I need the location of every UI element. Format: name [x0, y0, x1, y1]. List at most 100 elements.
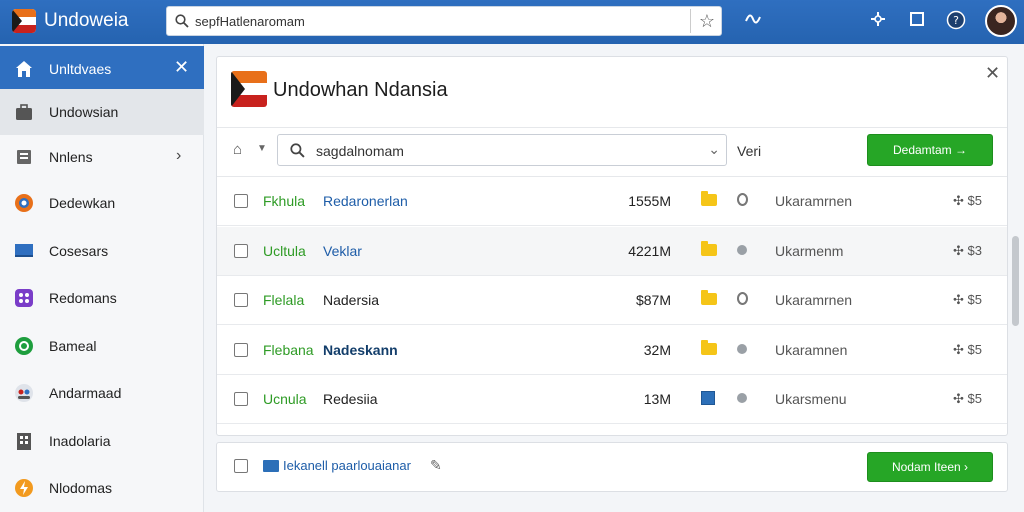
- owner-name: Ukaramnen: [775, 341, 848, 358]
- search-divider: [690, 9, 691, 33]
- shield-icon: [15, 337, 33, 355]
- app-title: Undoweia: [44, 10, 129, 31]
- sidebar-item-label: Undowsian: [49, 104, 119, 120]
- home-icon: [16, 61, 32, 77]
- primary-action-button[interactable]: Dedamtam →: [867, 134, 993, 166]
- star-icon[interactable]: ☆: [699, 11, 715, 32]
- chevron-right-icon[interactable]: ›: [176, 147, 181, 165]
- row-checkbox[interactable]: [234, 243, 248, 258]
- file-name[interactable]: Redesiia: [323, 391, 377, 407]
- folder-icon: [263, 460, 279, 472]
- sidebar-item-label: Nnlens: [49, 149, 93, 165]
- activity-icon[interactable]: [741, 10, 765, 34]
- sidebar-item-label: Dedewkan: [49, 195, 116, 211]
- panel-logo-icon: [231, 71, 267, 107]
- sidebar-item-nlodomas[interactable]: Nlodomas: [0, 465, 204, 511]
- footer-action-button[interactable]: Nodam Iteen ›: [867, 452, 993, 482]
- scrollbar[interactable]: [1012, 236, 1019, 326]
- sidebar-item-redomans[interactable]: Redomans: [0, 275, 204, 321]
- footer-text[interactable]: Iekanell paarlouaianar: [283, 458, 411, 473]
- edit-icon[interactable]: ✎: [430, 457, 442, 474]
- browser-icon: [15, 194, 33, 212]
- sidebar-item-nnlens[interactable]: Nnlens ›: [0, 134, 204, 180]
- sidebar-item-cosesars[interactable]: Cosesars: [0, 228, 204, 274]
- file-size: 32M: [643, 341, 671, 358]
- footer-bar: Iekanell paarlouaianar ✎ Nodam Iteen ›: [216, 442, 1008, 492]
- owner-name: Ukarmenm: [775, 242, 844, 259]
- sidebar-item-dedewkan[interactable]: Dedewkan: [0, 180, 204, 226]
- row-checkbox[interactable]: [234, 194, 248, 208]
- sidebar-item-label: Cosesars: [49, 243, 109, 259]
- status-label: Ucnula: [263, 391, 307, 407]
- sync-ring-icon: [737, 193, 749, 207]
- row-actions[interactable]: ✣ $5: [953, 391, 982, 407]
- window-icon[interactable]: [905, 10, 929, 34]
- document-icon: [17, 150, 31, 164]
- file-size: 1555M: [628, 193, 671, 209]
- row-actions[interactable]: ✣ $5: [953, 193, 982, 209]
- owner-name: Ukaramrnen: [775, 193, 853, 209]
- row-checkbox[interactable]: [234, 342, 248, 357]
- file-icon: [701, 391, 719, 405]
- status-dot-icon: [737, 243, 749, 257]
- svg-text:?: ?: [953, 14, 959, 27]
- global-search[interactable]: sepfHatlenaromam ☆: [166, 6, 722, 36]
- move-icon[interactable]: [866, 10, 890, 34]
- user-avatar[interactable]: [985, 5, 1017, 37]
- file-name[interactable]: Nadersia: [323, 292, 379, 308]
- owner-name: Ukaramrnen: [775, 292, 853, 308]
- home-dropdown[interactable]: ⌂ ▼: [233, 141, 271, 161]
- help-icon[interactable]: ?: [944, 10, 968, 34]
- status-label: Flelala: [263, 292, 305, 308]
- filter-input[interactable]: sagdalnomam: [316, 143, 404, 159]
- row-checkbox[interactable]: [234, 392, 248, 406]
- select-all-checkbox[interactable]: [234, 459, 248, 473]
- owner-name: Ukarsmenu: [775, 391, 847, 407]
- main-panel: Undowhan Ndansia ✕ ⌂ ▼ sagdalnomam ⌄ Ver…: [216, 56, 1008, 436]
- sidebar-item-label: Inadolaria: [49, 433, 111, 449]
- folder-icon: [701, 240, 719, 257]
- table-row[interactable]: Fkhula Redaronerlan 1555M Ukaramrnen ✣ $5: [217, 177, 1007, 226]
- sidebar: Unltdvaes ✕ Undowsian Nnlens › Dedewkan …: [0, 44, 204, 512]
- view-label[interactable]: Veri: [737, 143, 761, 159]
- sidebar-item-label: Unltdvaes: [49, 61, 112, 77]
- sidebar-item-label: Nlodomas: [49, 480, 113, 496]
- row-actions[interactable]: ✣ $3: [953, 243, 982, 259]
- file-size: 4221M: [628, 242, 671, 259]
- table-row[interactable]: Ucltula Veklar 4221M Ukarmenm ✣ $3: [217, 226, 1007, 276]
- app-logo-icon[interactable]: [12, 9, 36, 33]
- sidebar-item-inadolaria[interactable]: Inadolaria: [0, 418, 204, 464]
- table-row[interactable]: Ucnula Redesiia 13M Ukarsmenu ✣ $5: [217, 375, 1007, 424]
- folder-icon: [701, 290, 719, 306]
- file-name[interactable]: Nadeskann: [323, 342, 398, 358]
- briefcase-icon: [16, 104, 32, 120]
- table-row[interactable]: Flebana Nadeskann 32M Ukaramnen ✣ $5: [217, 326, 1007, 375]
- monitor-icon: [15, 244, 33, 257]
- table-row[interactable]: Flelala Nadersia $87M Ukaramrnen ✣ $5: [217, 276, 1007, 325]
- panel-title: Undowhan Ndansia: [273, 79, 448, 101]
- sidebar-item-undowsian[interactable]: Undowsian: [0, 89, 204, 135]
- lightning-icon: [15, 479, 33, 497]
- file-name[interactable]: Veklar: [323, 243, 362, 259]
- chevron-down-icon: ▼: [257, 143, 267, 154]
- chevron-down-icon[interactable]: ⌄: [708, 141, 720, 158]
- row-actions[interactable]: ✣ $5: [953, 342, 982, 358]
- people-icon: [15, 384, 33, 402]
- row-checkbox[interactable]: [234, 293, 248, 307]
- file-name[interactable]: Redaronerlan: [323, 193, 408, 209]
- apps-icon: [15, 289, 33, 307]
- top-bar: Undoweia sepfHatlenaromam ☆ ?: [0, 0, 1024, 44]
- sidebar-item-home[interactable]: Unltdvaes ✕: [0, 46, 204, 92]
- search-icon: [290, 143, 305, 158]
- search-icon: [175, 14, 189, 28]
- sync-ring-icon: [737, 292, 749, 306]
- close-icon[interactable]: ✕: [174, 57, 189, 78]
- sidebar-item-label: Redomans: [49, 290, 117, 306]
- sidebar-item-bameal[interactable]: Bameal: [0, 323, 204, 369]
- search-input[interactable]: sepfHatlenaromam: [195, 14, 305, 29]
- home-icon: ⌂: [233, 141, 243, 158]
- filter-search[interactable]: sagdalnomam ⌄: [277, 134, 727, 166]
- sidebar-item-andarmaad[interactable]: Andarmaad: [0, 370, 204, 416]
- row-actions[interactable]: ✣ $5: [953, 292, 982, 308]
- close-icon[interactable]: ✕: [985, 63, 1000, 84]
